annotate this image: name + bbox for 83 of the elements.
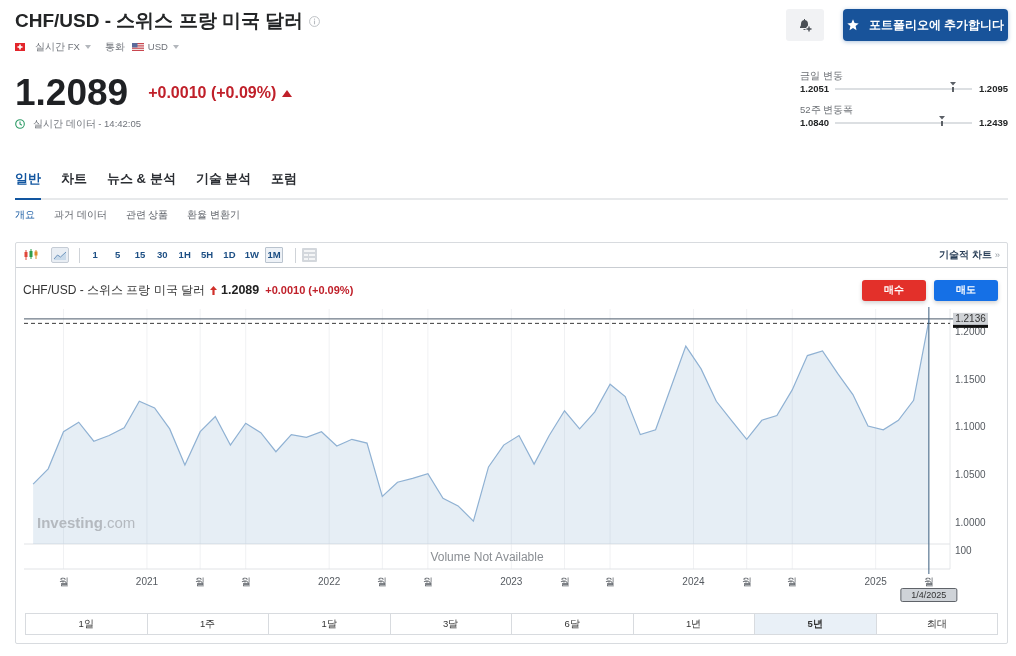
interval-button[interactable]: 30	[153, 247, 172, 263]
candlestick-icon[interactable]	[22, 247, 40, 263]
currency-dropdown[interactable]: USD	[131, 40, 179, 54]
price-change: +0.0010 (+0.09%)	[148, 83, 277, 103]
x-axis-label: 월	[787, 576, 798, 587]
range-label: 금일 변동	[800, 70, 844, 82]
y-axis-label: 1.0000	[955, 516, 986, 528]
caret-icon	[84, 45, 91, 49]
market-dropdown[interactable]: 실시간 FX	[35, 40, 91, 54]
x-axis-label: 2024	[682, 576, 705, 587]
buy-button[interactable]: 매수	[862, 279, 926, 301]
bell-plus-icon	[798, 18, 812, 32]
x-axis-label: 2022	[318, 576, 341, 587]
period-button[interactable]: 1일	[26, 614, 147, 634]
tab[interactable]: 뉴스 & 분석	[107, 171, 176, 200]
interval-button[interactable]: 1H	[175, 247, 194, 263]
legend-change: +0.0010 (+0.09%)	[265, 284, 354, 296]
sell-button[interactable]: 매도	[934, 279, 998, 301]
period-button[interactable]: 최대	[875, 614, 997, 634]
add-to-portfolio-button[interactable]: 포트폴리오에 추가합니다	[843, 9, 1008, 41]
interval-button[interactable]: 15	[130, 247, 149, 263]
volume-note: Volume Not Available	[430, 549, 544, 564]
advanced-chart-link[interactable]: 기술적 차트 »	[939, 248, 1000, 262]
range-low: 1.0840	[800, 117, 830, 128]
last-price: 1.2089	[15, 71, 129, 115]
y-axis-label: 1.1500	[955, 373, 986, 385]
y-axis-label: 1.0500	[955, 469, 986, 481]
data-status: 실시간 데이터 - 14:42:05	[33, 117, 142, 131]
interval-button[interactable]: 1W	[242, 247, 261, 263]
alert-button[interactable]	[786, 9, 824, 41]
interval-button[interactable]: 1M	[265, 247, 284, 263]
table-icon[interactable]	[302, 248, 318, 262]
y-axis-label: 1.2000	[955, 326, 986, 338]
range-label: 52주 변동폭	[800, 104, 855, 116]
x-axis-label: 월	[923, 576, 934, 587]
x-axis-label: 월	[377, 576, 388, 587]
x-axis-label: 2021	[135, 576, 159, 587]
x-axis-label: 월	[559, 576, 570, 587]
tab[interactable]: 기술 분석	[195, 171, 252, 200]
volume-axis-label: 100	[955, 545, 972, 556]
swiss-flag-icon	[15, 43, 25, 51]
interval-button[interactable]: 1	[86, 247, 105, 263]
period-button[interactable]: 1주	[146, 614, 268, 634]
x-axis-label: 월	[195, 576, 206, 587]
info-icon[interactable]	[309, 15, 321, 27]
x-axis-label: 월	[422, 576, 433, 587]
area-chart-icon[interactable]	[51, 247, 69, 263]
price-tag: 1.2136	[953, 312, 988, 325]
period-button[interactable]: 5년	[754, 614, 876, 634]
interval-button[interactable]: 5	[108, 247, 127, 263]
subtab[interactable]: 환율 변환기	[187, 208, 240, 222]
price-marker	[953, 324, 988, 328]
period-button[interactable]: 3달	[389, 614, 511, 634]
interval-button[interactable]: 1D	[220, 247, 239, 263]
x-axis-label: 월	[240, 576, 251, 587]
x-axis-label: 2025	[864, 576, 887, 587]
y-axis-label: 1.1000	[955, 421, 986, 433]
tab[interactable]: 일반	[15, 171, 41, 200]
tab[interactable]: 차트	[61, 171, 87, 200]
x-axis-label: 월	[605, 576, 616, 587]
interval-button[interactable]: 5H	[198, 247, 217, 263]
range-high: 1.2095	[978, 83, 1008, 94]
date-tag: 1/4/2025	[900, 588, 958, 602]
range-low: 1.2051	[800, 83, 830, 94]
x-axis-label: 월	[741, 576, 752, 587]
page-title: CHF/USD - 스위스 프랑 미국 달러	[15, 9, 304, 33]
us-flag-icon	[131, 43, 144, 51]
subtab[interactable]: 과거 데이터	[54, 208, 107, 222]
subtab[interactable]: 개요	[15, 208, 35, 222]
x-axis-label: 월	[58, 576, 69, 587]
subtab[interactable]: 관련 상품	[125, 208, 169, 222]
tab[interactable]: 포럼	[271, 171, 298, 200]
legend-price: 1.2089	[221, 283, 260, 297]
range-high: 1.2439	[978, 117, 1008, 128]
caret-icon	[172, 45, 179, 49]
star-icon	[846, 19, 859, 31]
currency-label: 통화	[104, 40, 125, 54]
period-button[interactable]: 6달	[511, 614, 633, 634]
ref-line-label: 1/4/2025	[911, 590, 947, 600]
clock-icon	[15, 119, 25, 129]
period-button[interactable]: 1달	[268, 614, 390, 634]
legend-name: CHF/USD - 스위스 프랑 미국 달러	[23, 281, 205, 299]
x-axis-label: 2023	[500, 576, 523, 587]
